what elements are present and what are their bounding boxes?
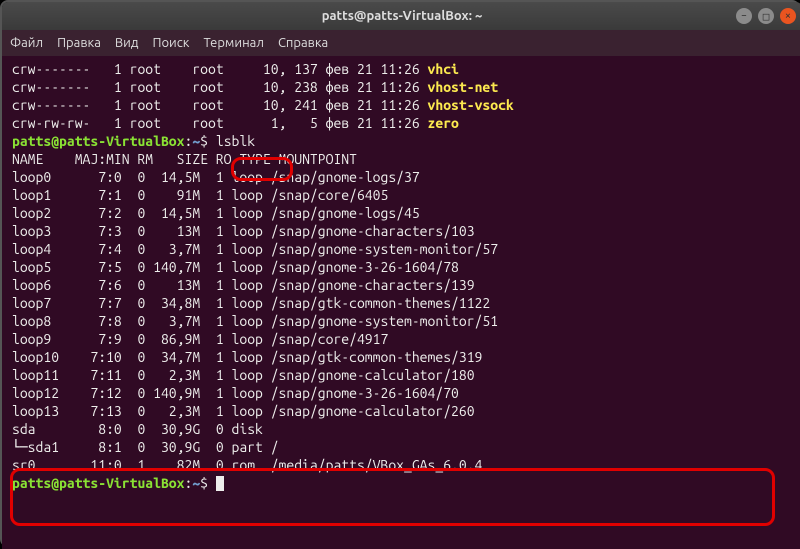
maximize-button[interactable]: □: [758, 8, 774, 24]
titlebar: patts@patts-VirtualBox: ~ – □ ×: [2, 2, 800, 30]
menu-view[interactable]: Вид: [115, 36, 139, 50]
menu-search[interactable]: Поиск: [152, 36, 189, 50]
close-button[interactable]: ×: [780, 8, 796, 24]
window-controls: – □ ×: [736, 8, 796, 24]
minimize-button[interactable]: –: [736, 8, 752, 24]
menu-help[interactable]: Справка: [278, 36, 328, 50]
terminal-output[interactable]: crw------- 1 root root 10, 137 фев 21 11…: [2, 56, 800, 549]
menu-terminal[interactable]: Терминал: [203, 36, 263, 50]
menu-edit[interactable]: Правка: [57, 36, 101, 50]
menubar: Файл Правка Вид Поиск Терминал Справка: [2, 30, 800, 56]
menu-file[interactable]: Файл: [10, 36, 43, 50]
window-title: patts@patts-VirtualBox: ~: [322, 9, 483, 23]
